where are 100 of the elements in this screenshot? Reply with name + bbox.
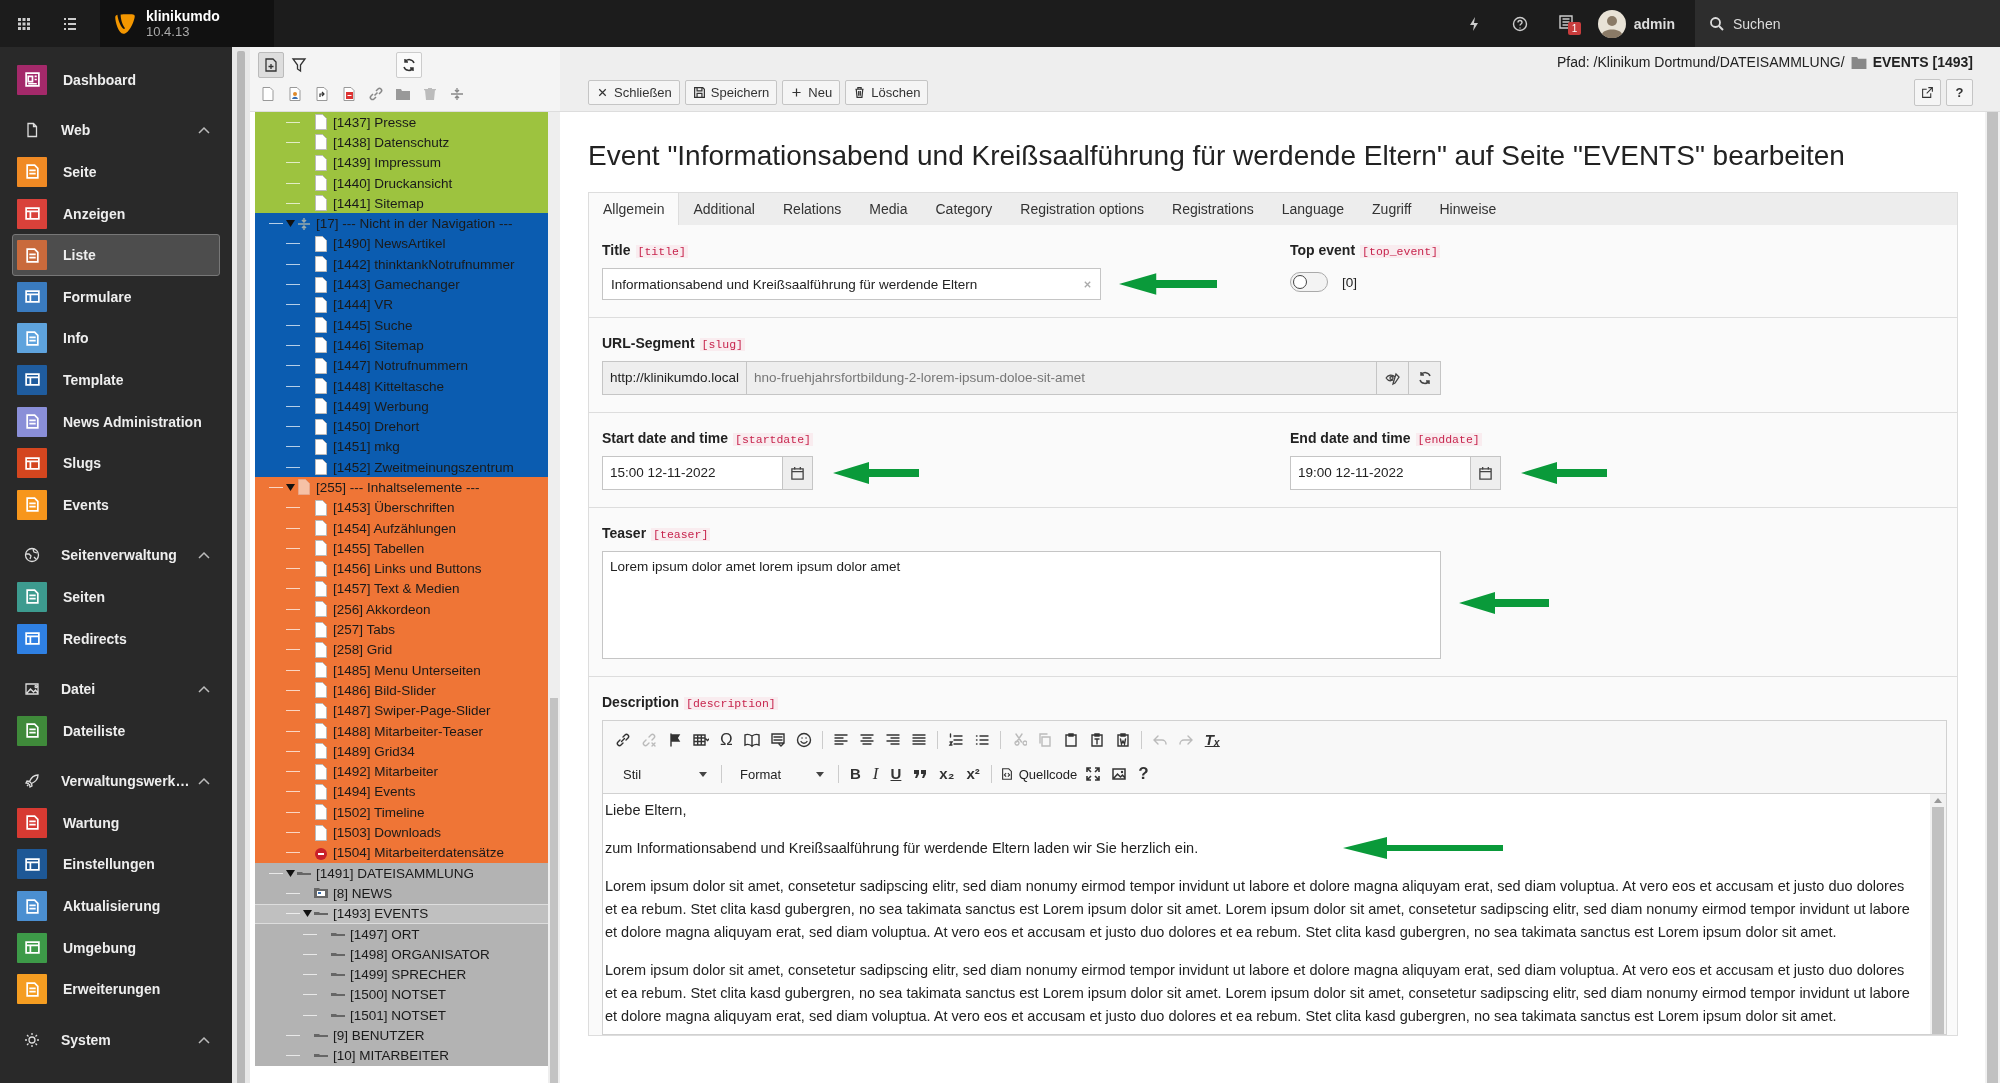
- teaser-textarea[interactable]: Lorem ipsum dolor amet lorem ipsum dolor amet: [602, 551, 1441, 659]
- remove-format-button[interactable]: Tₓ: [1201, 730, 1223, 750]
- search-button[interactable]: Suchen: [1695, 0, 2000, 47]
- tree-node[interactable]: [258] Grid: [255, 639, 548, 660]
- tab[interactable]: Allgemein: [589, 193, 680, 225]
- tree-node[interactable]: [1454] Aufzählungen: [255, 517, 548, 539]
- tree-node[interactable]: [1492] Mitarbeiter: [255, 761, 548, 782]
- superscript-button[interactable]: x²: [963, 764, 983, 784]
- tree-node[interactable]: [1497] ORT: [255, 923, 548, 945]
- format-dropdown[interactable]: Format: [730, 766, 830, 782]
- module-item[interactable]: Dateiliste: [12, 709, 220, 752]
- module-group-header[interactable]: Datei: [0, 668, 232, 710]
- title-input[interactable]: Informationsabend und Kreißsaalführung für werdende Eltern: [602, 268, 1101, 300]
- module-item[interactable]: Aktualisierung: [12, 885, 220, 927]
- tree-node[interactable]: [1455] Tabellen: [255, 538, 548, 559]
- tree-node[interactable]: [1456] Links und Buttons: [255, 558, 548, 579]
- tab[interactable]: Language: [1267, 193, 1359, 225]
- module-group-header[interactable]: Web: [0, 109, 232, 152]
- scrollbar-thumb[interactable]: [1932, 807, 1944, 1034]
- tree-node[interactable]: [1457] Text & Medien: [255, 578, 548, 600]
- open-new-window-button[interactable]: [1914, 78, 1941, 106]
- module-item[interactable]: Formulare: [12, 275, 220, 318]
- module-item[interactable]: Slugs: [12, 442, 220, 484]
- tree-node[interactable]: [1488] Mitarbeiter-Teaser: [255, 720, 548, 742]
- module-group-header[interactable]: Seitenverwaltung: [0, 534, 232, 577]
- italic-button[interactable]: I: [869, 764, 882, 784]
- module-item[interactable]: Template: [12, 359, 220, 401]
- folder-icon[interactable]: [395, 86, 411, 102]
- module-item[interactable]: Info: [12, 317, 220, 360]
- rich-text-editor[interactable]: [603, 794, 1946, 1034]
- tree-node[interactable]: [1491] DATEISAMMLUNG: [255, 863, 548, 884]
- divider-icon[interactable]: [449, 86, 465, 102]
- tree-node[interactable]: [1502] Timeline: [255, 802, 548, 823]
- scrollbar-thumb[interactable]: [1987, 112, 1998, 1083]
- tab[interactable]: Registrations: [1158, 193, 1268, 225]
- tree-node[interactable]: [1498] ORGANISATOR: [255, 944, 548, 965]
- new-page-button[interactable]: [258, 52, 284, 78]
- tab[interactable]: Zugriff: [1358, 193, 1426, 225]
- tree-node[interactable]: [1437] Presse: [255, 112, 548, 133]
- calendar-button[interactable]: [1471, 456, 1501, 490]
- scrollbar-thumb[interactable]: [237, 51, 245, 1083]
- tree-node[interactable]: [1493] EVENTS: [255, 903, 548, 924]
- tree-node[interactable]: [1485] Menu Unterseiten: [255, 660, 548, 681]
- module-item[interactable]: Wartung: [12, 802, 220, 844]
- date-input[interactable]: 19:00 12-11-2022: [1290, 456, 1471, 490]
- save-button[interactable]: Speichern: [684, 79, 778, 105]
- tree-node[interactable]: [1494] Events: [255, 781, 548, 803]
- module-item[interactable]: Events: [12, 483, 220, 526]
- tree-node[interactable]: [1501] NOTSET: [255, 1005, 548, 1026]
- style-dropdown[interactable]: Stil: [613, 766, 713, 782]
- module-group-header[interactable]: Verwaltungswerk…: [0, 760, 232, 803]
- close-button[interactable]: Schließen: [588, 79, 680, 105]
- apps-menu-icon[interactable]: [16, 15, 32, 32]
- underline-button[interactable]: U: [887, 764, 905, 784]
- slug-input[interactable]: hno-fruehjahrsfortbildung-2-lorem-ipsum-doloe-sit-amet: [747, 361, 1377, 395]
- page-icon[interactable]: [260, 86, 276, 102]
- module-item[interactable]: Seite: [12, 151, 220, 193]
- tree-node[interactable]: [257] Tabs: [255, 619, 548, 640]
- user-menu[interactable]: admin: [1597, 9, 1675, 38]
- tree-node[interactable]: [8] NEWS: [255, 883, 548, 904]
- tree-node[interactable]: [1499] SPRECHER: [255, 964, 548, 985]
- module-item[interactable]: Liste: [12, 234, 220, 276]
- tree-node[interactable]: [1453] Überschriften: [255, 497, 548, 518]
- date-input[interactable]: 15:00 12-11-2022: [602, 456, 783, 490]
- tree-node[interactable]: [1503] Downloads: [255, 822, 548, 843]
- tree-node[interactable]: [1441] Sitemap: [255, 193, 548, 214]
- user-page-icon[interactable]: [287, 86, 303, 102]
- tree-node[interactable]: [256] Akkordeon: [255, 599, 548, 620]
- tree-node[interactable]: [1439] Impressum: [255, 152, 548, 173]
- tab[interactable]: Media: [855, 193, 922, 225]
- tab[interactable]: Category: [921, 193, 1007, 225]
- expand-toggle-icon[interactable]: [285, 868, 295, 878]
- notification-list-icon[interactable]: [1557, 14, 1574, 30]
- expand-toggle-icon[interactable]: [302, 909, 312, 919]
- bold-button[interactable]: B: [847, 764, 864, 784]
- shortcut-page-icon[interactable]: [314, 86, 330, 102]
- tab[interactable]: Registration options: [1006, 193, 1159, 225]
- module-group-header[interactable]: System: [0, 1019, 232, 1061]
- source-code-button[interactable]: Quellcode: [999, 766, 1078, 782]
- tree-node[interactable]: [1504] Mitarbeiterdatensätze: [255, 842, 548, 863]
- edit-slug-button[interactable]: [1377, 361, 1409, 395]
- module-item[interactable]: Anzeigen: [12, 192, 220, 235]
- tree-node[interactable]: [1487] Swiper-Page-Slider: [255, 700, 548, 721]
- restricted-page-icon[interactable]: [341, 86, 357, 102]
- module-item[interactable]: Redirects: [12, 617, 220, 660]
- new-button[interactable]: Neu: [782, 79, 841, 105]
- tree-node[interactable]: [1440] Druckansicht: [255, 172, 548, 194]
- subscript-button[interactable]: x₂: [936, 764, 958, 784]
- module-item[interactable]: Dashboard: [12, 59, 220, 101]
- site-logo-area[interactable]: klinikumdo 10.4.13: [100, 0, 274, 47]
- menu-icon[interactable]: [62, 15, 78, 32]
- module-item[interactable]: Seiten: [12, 576, 220, 618]
- help-button[interactable]: ?: [1946, 78, 1973, 106]
- expand-toggle-icon[interactable]: [285, 219, 295, 229]
- module-item[interactable]: Umgebung: [12, 926, 220, 969]
- tab[interactable]: Hinweise: [1425, 193, 1511, 225]
- help-icon[interactable]: [1511, 15, 1528, 32]
- tree-node[interactable]: [1500] NOTSET: [255, 984, 548, 1006]
- expand-toggle-icon[interactable]: [285, 483, 295, 492]
- tree-node[interactable]: [1438] Datenschutz: [255, 132, 548, 153]
